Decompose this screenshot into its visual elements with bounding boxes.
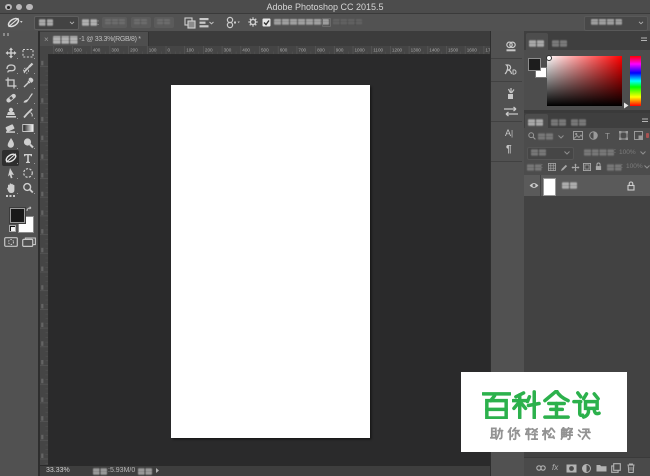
svg-text:0: 0 bbox=[168, 48, 171, 53]
svg-text:300: 300 bbox=[224, 48, 232, 53]
svg-text:500: 500 bbox=[74, 48, 82, 53]
svg-text:500: 500 bbox=[261, 48, 269, 53]
svg-text:1600: 1600 bbox=[467, 48, 478, 53]
svg-text:600: 600 bbox=[280, 48, 288, 53]
svg-text:400: 400 bbox=[93, 48, 101, 53]
svg-text:1300: 1300 bbox=[411, 48, 422, 53]
svg-text:1200: 1200 bbox=[392, 48, 403, 53]
svg-text:100: 100 bbox=[186, 48, 194, 53]
svg-text:600: 600 bbox=[55, 48, 63, 53]
svg-text:1500: 1500 bbox=[448, 48, 459, 53]
svg-text:900: 900 bbox=[336, 48, 344, 53]
svg-text:1400: 1400 bbox=[429, 48, 440, 53]
svg-text:200: 200 bbox=[205, 48, 213, 53]
svg-text:1100: 1100 bbox=[373, 48, 383, 53]
svg-text:300: 300 bbox=[111, 48, 119, 53]
svg-text:200: 200 bbox=[130, 48, 138, 53]
svg-text:1000: 1000 bbox=[355, 48, 366, 53]
svg-text:400: 400 bbox=[242, 48, 250, 53]
svg-text:700: 700 bbox=[298, 48, 306, 53]
svg-text:800: 800 bbox=[317, 48, 325, 53]
svg-text:100: 100 bbox=[149, 48, 157, 53]
